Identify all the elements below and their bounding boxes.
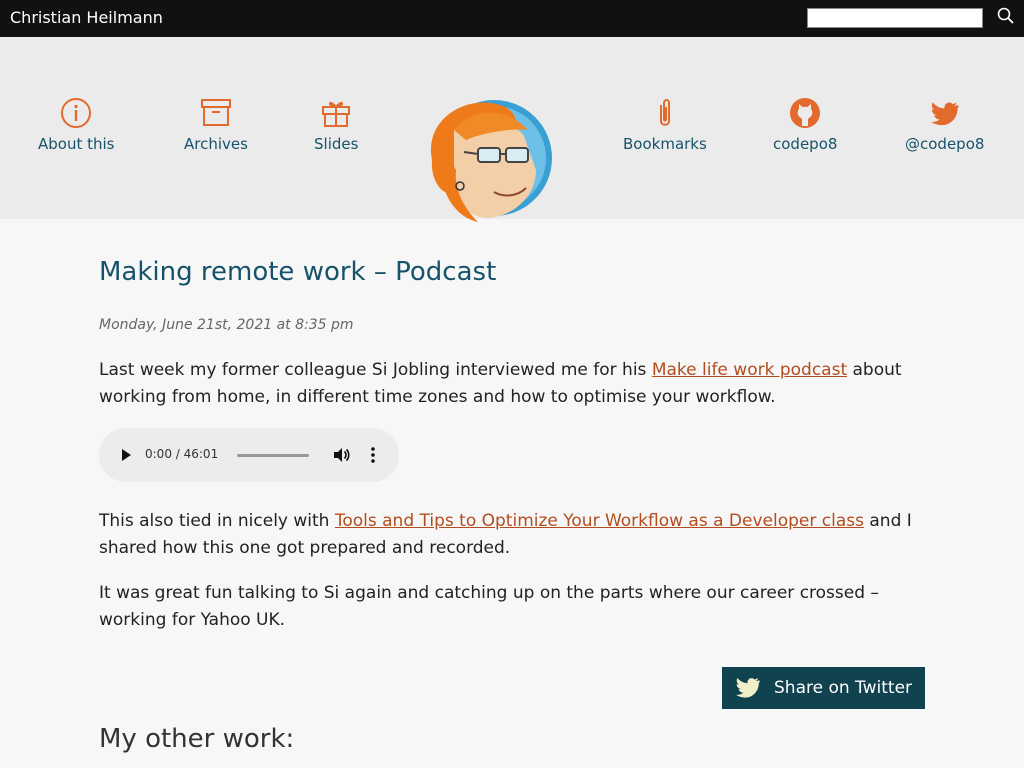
- nav-slides-label: Slides: [314, 135, 359, 153]
- audio-player[interactable]: 0:00 / 46:01: [99, 428, 399, 482]
- nav-github-label: codepo8: [773, 135, 838, 153]
- avatar: [430, 100, 552, 222]
- top-bar: Christian Heilmann: [0, 0, 1024, 37]
- nav-twitter[interactable]: @codepo8: [905, 97, 984, 153]
- make-life-work-podcast-link[interactable]: Make life work podcast: [652, 360, 847, 380]
- nav-archives-label: Archives: [184, 135, 248, 153]
- share-on-twitter-button[interactable]: Share on Twitter: [722, 667, 925, 709]
- search-button[interactable]: [995, 6, 1017, 28]
- nav-about[interactable]: About this: [38, 97, 115, 153]
- search-input[interactable]: [807, 8, 983, 28]
- paperclip-icon: [659, 99, 670, 126]
- nav-github[interactable]: codepo8: [773, 97, 837, 153]
- post-paragraph-2: This also tied in nicely with Tools and …: [99, 508, 925, 562]
- gift-icon: [322, 101, 351, 127]
- post-paragraph-1: Last week my former colleague Si Jobling…: [99, 357, 925, 411]
- post-title: Making remote work – Podcast: [99, 257, 497, 287]
- post-paragraph-3: It was great fun talking to Si again and…: [99, 583, 879, 630]
- twitter-bird-icon: [930, 102, 959, 126]
- volume-icon[interactable]: [332, 446, 350, 464]
- post-date: Monday, June 21st, 2021 at 8:35 pm: [99, 317, 354, 333]
- search-icon: [997, 7, 1014, 24]
- play-icon[interactable]: [119, 447, 133, 463]
- github-icon: [790, 98, 821, 128]
- nav-slides[interactable]: Slides: [314, 97, 358, 153]
- site-title-link[interactable]: Christian Heilmann: [10, 8, 163, 27]
- nav-about-label: About this: [38, 135, 115, 153]
- info-icon: [61, 98, 92, 128]
- audio-progress-track[interactable]: [237, 454, 309, 457]
- tools-and-tips-class-link[interactable]: Tools and Tips to Optimize Your Workflow…: [335, 511, 864, 531]
- twitter-bird-icon: [736, 678, 760, 698]
- nav-archives[interactable]: Archives: [184, 97, 248, 153]
- archive-box-icon: [200, 99, 231, 126]
- nav-twitter-label: @codepo8: [905, 135, 985, 153]
- p2-text-before: This also tied in nicely with: [99, 511, 335, 531]
- nav-bookmarks-label: Bookmarks: [623, 135, 707, 153]
- more-options-icon[interactable]: [370, 446, 376, 464]
- share-button-label: Share on Twitter: [774, 678, 913, 698]
- other-work-heading: My other work:: [99, 724, 295, 754]
- audio-time: 0:00 / 46:01: [145, 447, 219, 461]
- nav-bookmarks[interactable]: Bookmarks: [623, 97, 707, 153]
- p1-text-before: Last week my former colleague Si Jobling…: [99, 360, 652, 380]
- site-header: About this Archives Slides Bookmarks cod…: [0, 37, 1024, 222]
